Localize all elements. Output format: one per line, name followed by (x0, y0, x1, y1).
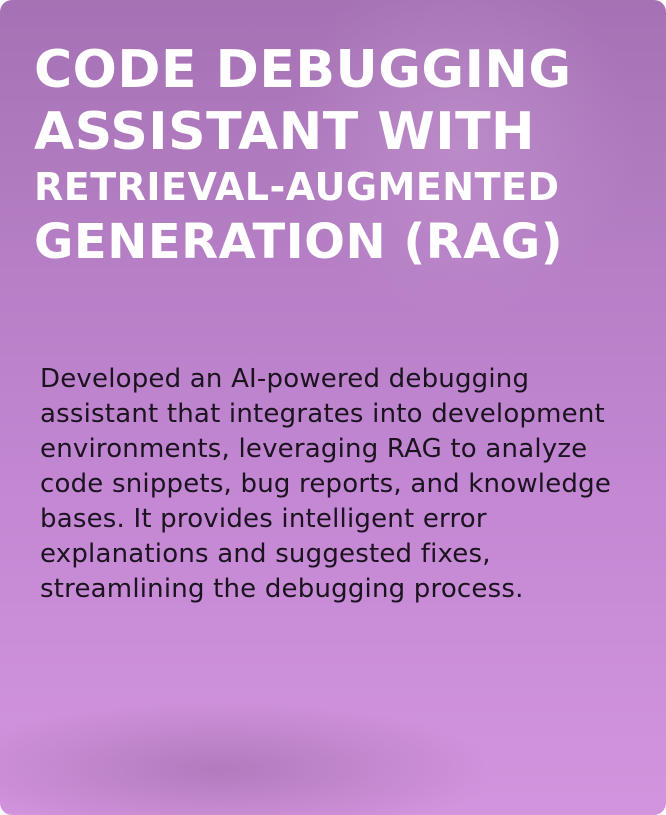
project-title: CODE DEBUGGING ASSISTANT WITH RETRIEVAL-… (34, 44, 634, 266)
title-line: GENERATION (RAG) (34, 214, 564, 270)
title-line: RETRIEVAL-AUGMENTED (34, 165, 560, 209)
project-description: Developed an AI-powered debugging assist… (40, 364, 612, 604)
background-shadow (0, 700, 500, 815)
title-line: ASSISTANT WITH (34, 102, 536, 162)
project-card: CODE DEBUGGING ASSISTANT WITH RETRIEVAL-… (0, 0, 666, 815)
title-line: CODE DEBUGGING (34, 40, 572, 100)
